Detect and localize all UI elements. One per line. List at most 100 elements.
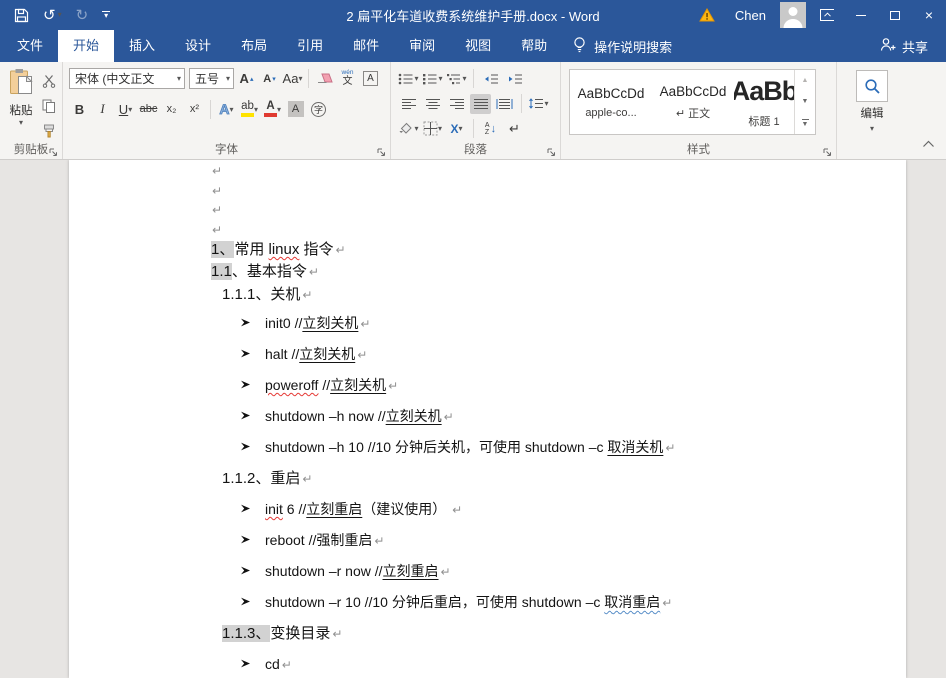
show-hide-marks-button[interactable]: ↵ xyxy=(504,119,525,139)
paragraph-group: ▾ ▾ ▾ ▾ ▾ ▾ X▾ AZ↓ xyxy=(391,62,561,159)
user-name[interactable]: Chen xyxy=(725,0,776,30)
superscript-button[interactable]: x² xyxy=(184,99,205,119)
paragraph-mark: ↵ xyxy=(212,184,222,198)
paste-button[interactable]: 粘贴 ▾ xyxy=(5,66,37,142)
copy-button[interactable] xyxy=(38,96,59,116)
font-color-button[interactable]: A▾ xyxy=(262,99,283,119)
paragraph-dialog-launcher[interactable] xyxy=(546,145,557,156)
undo-button[interactable]: ↺▾ xyxy=(43,8,62,23)
tab-file[interactable]: 文件 xyxy=(2,30,58,62)
tell-me-label: 操作说明搜索 xyxy=(594,37,672,56)
justify-button[interactable] xyxy=(470,94,491,114)
tab-home[interactable]: 开始 xyxy=(58,30,114,62)
redo-button[interactable]: ↻ xyxy=(76,8,89,23)
close-button[interactable]: × xyxy=(912,0,946,30)
grow-font-button[interactable]: A▴ xyxy=(236,69,257,89)
strikethrough-button[interactable]: abc xyxy=(138,99,159,119)
account-warning-icon[interactable] xyxy=(689,0,725,30)
format-painter-button[interactable] xyxy=(38,121,59,141)
align-center-button[interactable] xyxy=(422,94,443,114)
word-window: ↺▾ ↻ ▾ 2 扁平化车道收费系统维护手册.docx - Word Chen … xyxy=(0,0,946,678)
clipboard-dialog-launcher[interactable] xyxy=(48,145,59,156)
chevron-down-icon: ▾ xyxy=(462,74,466,83)
tab-design[interactable]: 设计 xyxy=(170,30,226,62)
style-item-0[interactable]: AaBbCcDdapple-co... xyxy=(570,70,652,134)
document-page[interactable]: ↵↵↵↵1、常用 linux 指令↵1.1、基本指令↵1.1.1、关机↵init… xyxy=(69,160,906,678)
numbering-button[interactable]: ▾ xyxy=(422,69,443,89)
gallery-scroll-down-button[interactable]: ▼ xyxy=(795,91,815,112)
gallery-more-button[interactable]: ▼ xyxy=(795,113,815,134)
list-bullet-icon xyxy=(240,432,265,463)
cut-button[interactable] xyxy=(38,71,59,91)
ribbon-display-options-button[interactable] xyxy=(810,0,844,30)
enclose-characters-button[interactable]: 字 xyxy=(308,99,329,119)
styles-group-label: 样式 xyxy=(561,141,836,157)
gallery-scroll-up-button[interactable]: ▲ xyxy=(795,70,815,91)
tab-review[interactable]: 审阅 xyxy=(394,30,450,62)
subscript-button[interactable]: x₂ xyxy=(161,99,182,119)
tab-view[interactable]: 视图 xyxy=(450,30,506,62)
tab-help[interactable]: 帮助 xyxy=(506,30,562,62)
align-right-button[interactable] xyxy=(446,94,467,114)
chevron-down-icon: ▾ xyxy=(438,124,442,133)
maximize-button[interactable] xyxy=(878,0,912,30)
font-size-combobox[interactable]: 五号▾ xyxy=(189,68,234,89)
phonetic-guide-button[interactable]: wén文 xyxy=(337,69,358,89)
separator xyxy=(308,69,309,88)
style-preview: AaBbCcDd xyxy=(578,86,645,101)
asian-layout-button[interactable]: X▾ xyxy=(446,119,467,139)
align-left-button[interactable] xyxy=(398,94,419,114)
minimize-button[interactable] xyxy=(844,0,878,30)
tab-references[interactable]: 引用 xyxy=(282,30,338,62)
borders-button[interactable]: ▾ xyxy=(422,119,443,139)
chevron-down-icon: ▾ xyxy=(870,124,874,133)
distributed-button[interactable] xyxy=(494,94,515,114)
shading-button[interactable]: ▾ xyxy=(398,119,419,139)
doc-text-segment: 、基本指令 xyxy=(232,263,307,280)
font-name-combobox[interactable]: 宋体 (中文正文▾ xyxy=(69,68,185,89)
document-area: ↵↵↵↵1、常用 linux 指令↵1.1、基本指令↵1.1.1、关机↵init… xyxy=(0,160,946,678)
list-bullet-icon xyxy=(240,308,265,339)
chevron-down-icon: ▾ xyxy=(438,74,442,83)
bold-button[interactable]: B xyxy=(69,99,90,119)
text-highlight-button[interactable]: ab▾ xyxy=(239,99,260,119)
decrease-indent-button[interactable] xyxy=(480,69,501,89)
styles-gallery-frame: AaBbCcDdapple-co...AaBbCcDd↵ 正文AaBb标题 1 … xyxy=(569,69,816,135)
clear-formatting-button[interactable] xyxy=(314,69,335,89)
bullets-button[interactable]: ▾ xyxy=(398,69,419,89)
collapse-ribbon-button[interactable] xyxy=(922,135,935,153)
close-icon: × xyxy=(925,8,933,22)
save-button[interactable] xyxy=(14,8,29,23)
style-item-2[interactable]: AaBb标题 1 xyxy=(734,70,794,134)
avatar[interactable] xyxy=(776,0,810,30)
doc-line-empty: ↵ xyxy=(69,220,906,240)
increase-indent-button[interactable] xyxy=(504,69,525,89)
underline-button[interactable]: U▾ xyxy=(115,99,136,119)
list-bullet-icon xyxy=(240,401,265,432)
style-item-1[interactable]: AaBbCcDd↵ 正文 xyxy=(652,70,734,134)
character-border-button[interactable]: A xyxy=(360,69,381,89)
chevron-down-icon: ▾ xyxy=(298,74,302,83)
ribbon-tab-bar: 文件开始插入设计布局引用邮件审阅视图帮助 操作说明搜索 共享 xyxy=(0,30,946,62)
share-label: 共享 xyxy=(902,37,928,56)
tab-insert[interactable]: 插入 xyxy=(114,30,170,62)
tell-me-search[interactable]: 操作说明搜索 xyxy=(572,30,672,62)
list-bullet-icon xyxy=(240,339,265,370)
separator xyxy=(473,69,474,88)
line-spacing-button[interactable]: ▾ xyxy=(528,94,549,114)
chevron-down-icon: ▾ xyxy=(414,124,418,133)
character-shading-button[interactable]: A xyxy=(285,99,306,119)
styles-dialog-launcher[interactable] xyxy=(822,145,833,156)
multilevel-list-button[interactable]: ▾ xyxy=(446,69,467,89)
shrink-font-button[interactable]: A▾ xyxy=(259,69,280,89)
italic-button[interactable]: I xyxy=(92,99,113,119)
sort-button[interactable]: AZ↓ xyxy=(480,119,501,139)
tab-mailings[interactable]: 邮件 xyxy=(338,30,394,62)
font-dialog-launcher[interactable] xyxy=(376,145,387,156)
customize-qat-button[interactable]: ▾ xyxy=(102,11,110,19)
editing-menu-button[interactable]: 编辑 ▾ xyxy=(839,66,905,133)
change-case-button[interactable]: Aa▾ xyxy=(282,69,303,89)
text-effects-button[interactable]: A▾ xyxy=(216,99,237,119)
share-button[interactable]: 共享 xyxy=(880,30,946,62)
tab-layout[interactable]: 布局 xyxy=(226,30,282,62)
